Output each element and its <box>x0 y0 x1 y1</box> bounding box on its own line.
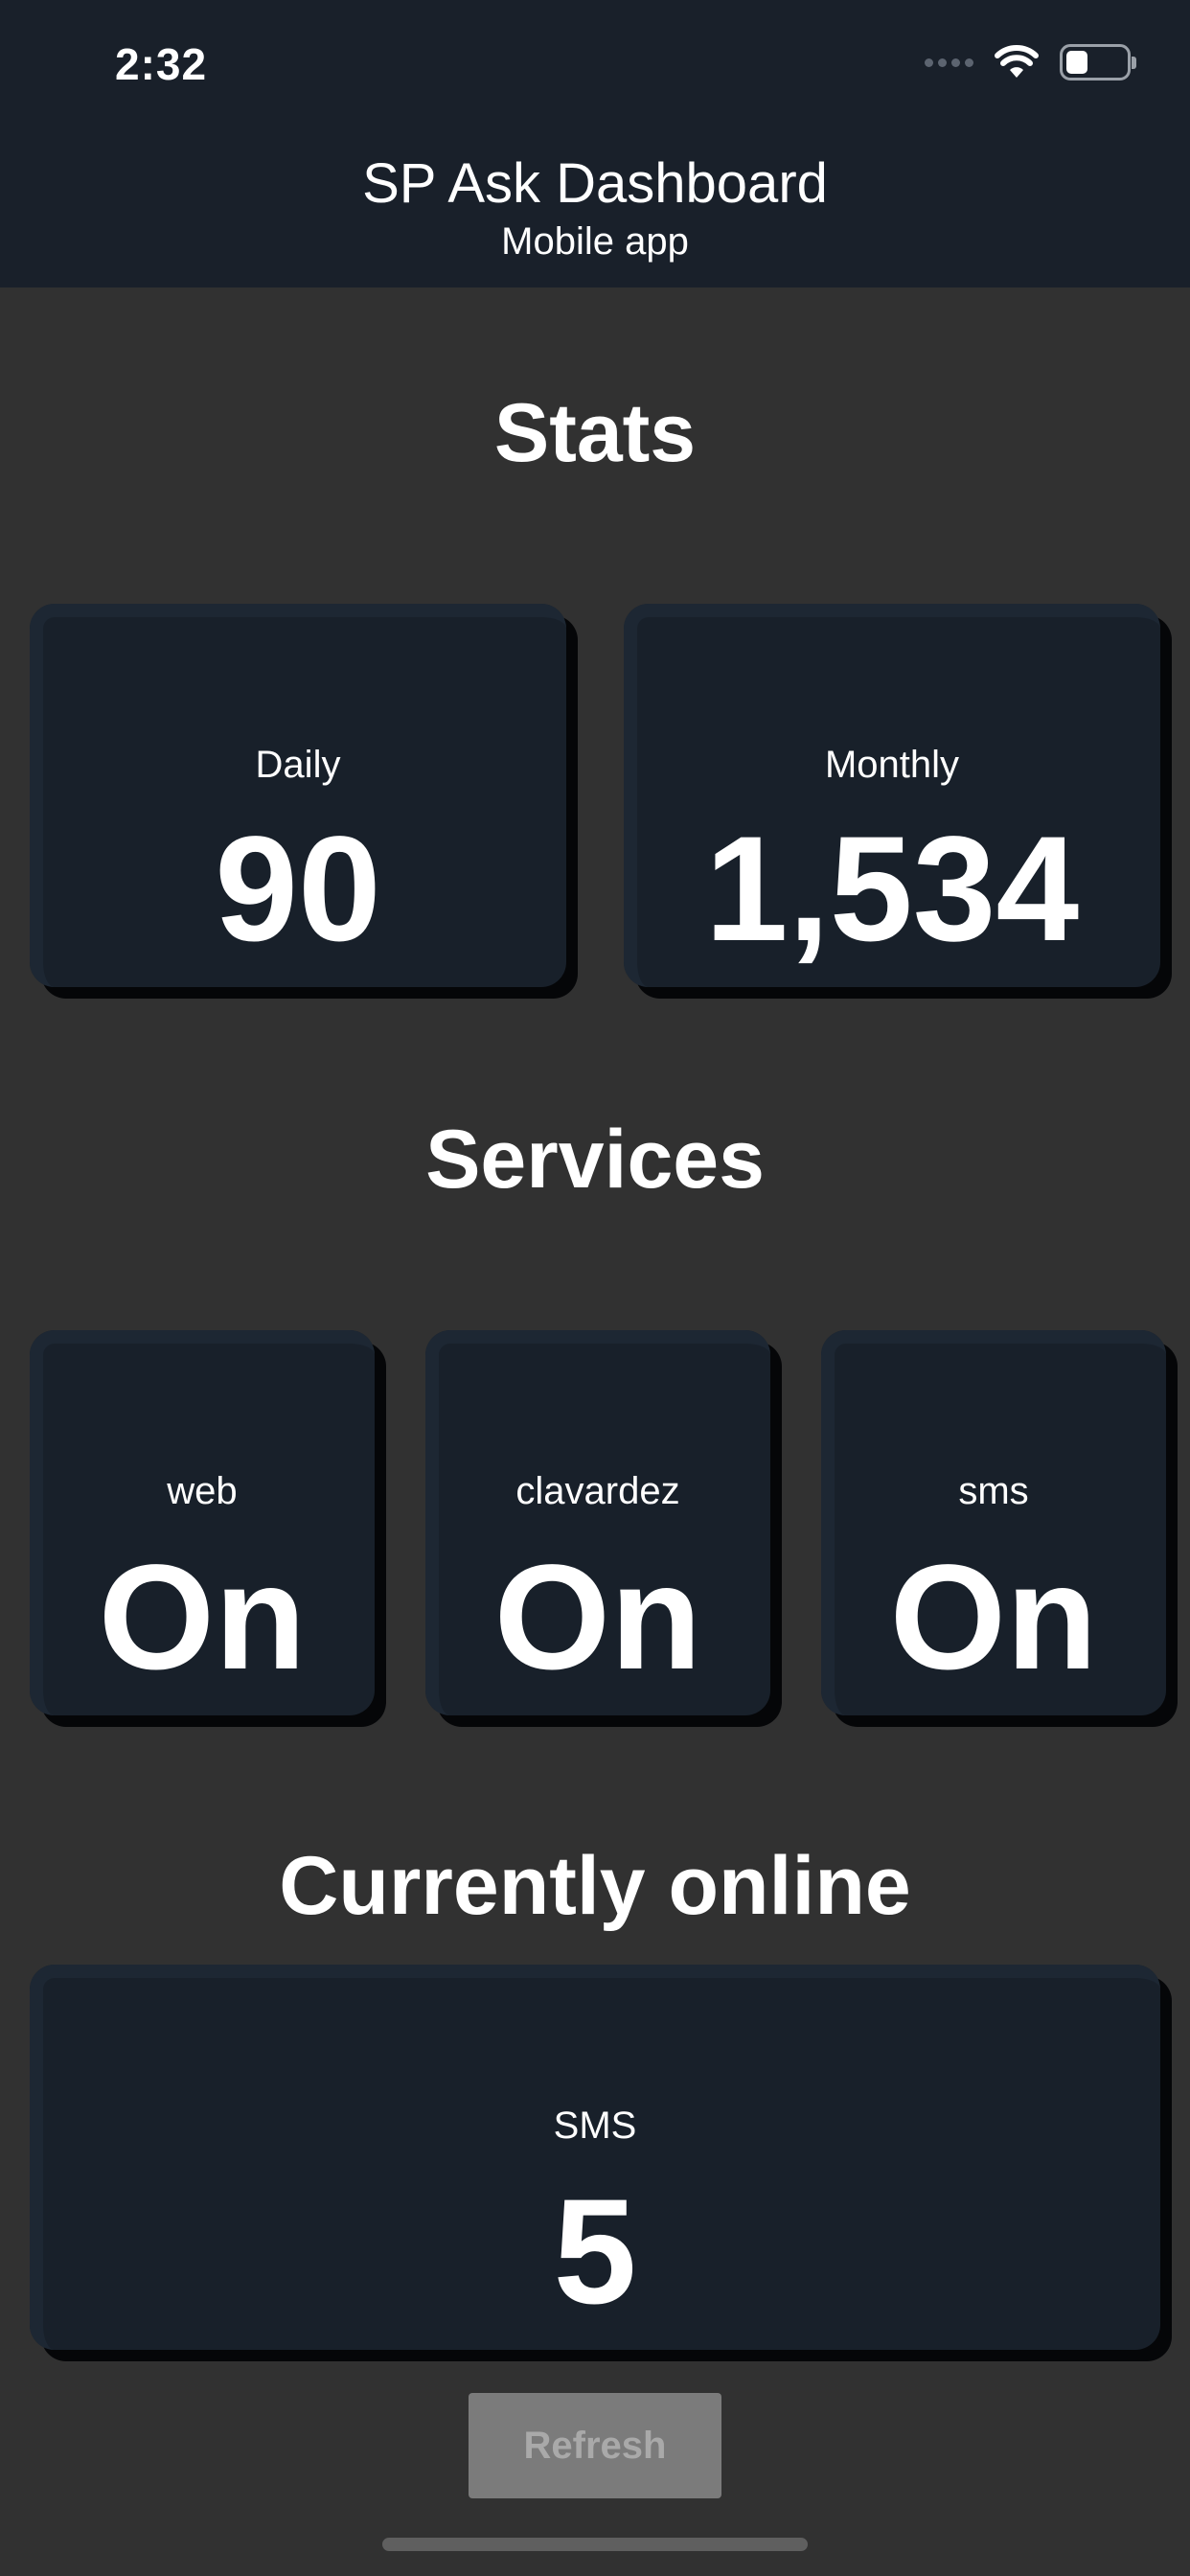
service-status-web: On <box>98 1534 307 1701</box>
service-card-web: web On <box>30 1330 375 1715</box>
service-card-sms: sms On <box>821 1330 1166 1715</box>
service-label-web: web <box>167 1470 238 1512</box>
daily-stat-value: 90 <box>215 806 381 973</box>
status-time: 2:32 <box>115 39 208 89</box>
status-icons <box>925 42 1136 82</box>
online-heading: Currently online <box>279 1840 911 1932</box>
service-label-clavardez: clavardez <box>515 1470 680 1512</box>
app-header: 2:32 SP Ask Dashboard Mobile app <box>0 0 1190 288</box>
service-label-sms: sms <box>958 1470 1029 1512</box>
online-label-sms: SMS <box>553 2104 637 2147</box>
monthly-stat-card: Monthly 1,534 <box>624 604 1160 987</box>
refresh-button[interactable]: Refresh <box>469 2393 721 2498</box>
monthly-stat-label: Monthly <box>824 744 960 786</box>
stats-heading: Stats <box>493 387 697 479</box>
app-title: SP Ask Dashboard <box>362 152 828 215</box>
service-card-clavardez: clavardez On <box>425 1330 770 1715</box>
daily-stat-card: Daily 90 <box>30 604 566 987</box>
app-subtitle: Mobile app <box>501 220 689 263</box>
service-status-clavardez: On <box>493 1534 702 1701</box>
online-count-sms: 5 <box>553 2169 637 2335</box>
home-indicator[interactable] <box>382 2538 808 2551</box>
signal-dots-icon <box>925 58 973 67</box>
service-status-sms: On <box>889 1534 1098 1701</box>
monthly-stat-value: 1,534 <box>704 806 1080 973</box>
dashboard-screen: 2:32 SP Ask Dashboard Mobile app Stats D… <box>0 0 1190 2576</box>
daily-stat-label: Daily <box>255 744 341 786</box>
services-heading: Services <box>425 1114 765 1206</box>
battery-icon <box>1060 44 1136 80</box>
wifi-icon <box>995 45 1039 78</box>
online-card-sms: SMS 5 <box>30 1965 1160 2350</box>
